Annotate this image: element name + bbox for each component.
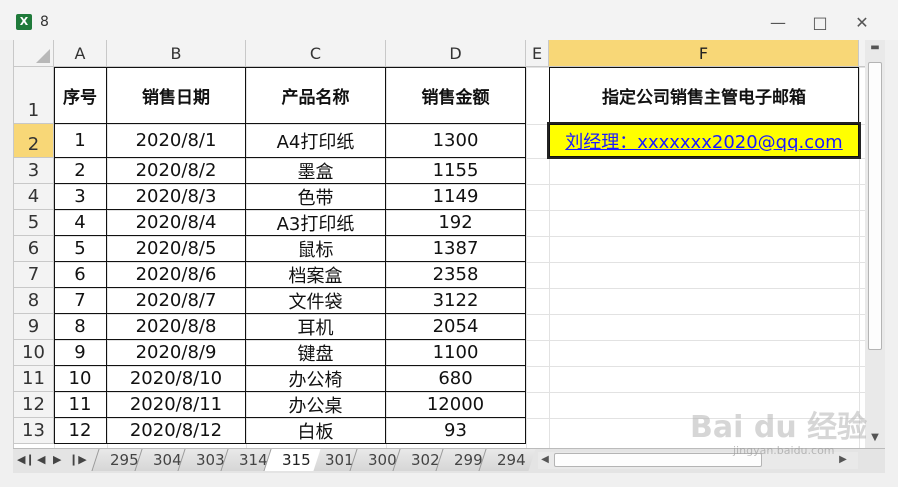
close-icon[interactable]: ✕ [851, 14, 873, 32]
table-header-cell[interactable]: 产品名称 [246, 67, 386, 124]
table-cell[interactable]: A4打印纸 [246, 124, 386, 158]
email-link[interactable]: 刘经理：xxxxxxx2020@qq.com [565, 128, 842, 154]
column-header-d[interactable]: D [386, 40, 526, 67]
table-cell[interactable]: 1149 [386, 184, 526, 210]
scroll-left-icon[interactable]: ◀ [540, 454, 550, 465]
row-header-4[interactable]: 4 [14, 184, 54, 210]
table-cell[interactable]: 办公桌 [246, 392, 386, 418]
select-all-corner[interactable] [14, 40, 54, 67]
table-cell[interactable]: 6 [54, 262, 107, 288]
row-header-11[interactable]: 11 [14, 366, 54, 392]
sheet-tab-315[interactable]: 315 [263, 449, 321, 471]
row-header-13[interactable]: 13 [14, 418, 54, 444]
table-cell[interactable]: 680 [386, 366, 526, 392]
row-header-1[interactable]: 1 [14, 67, 54, 124]
scroll-right-icon[interactable]: ▶ [838, 454, 848, 465]
row-header-5[interactable]: 5 [14, 210, 54, 236]
horizontal-scroll-thumb[interactable] [554, 453, 762, 467]
vertical-scroll-thumb[interactable] [868, 62, 882, 350]
table-cell[interactable]: 色带 [246, 184, 386, 210]
spreadsheet-grid[interactable]: ABCDEFG12345678910111213序号销售日期产品名称销售金额12… [13, 40, 866, 448]
row-header-2[interactable]: 2 [14, 124, 54, 158]
gridline-vertical [859, 40, 860, 448]
table-cell[interactable]: 2020/8/9 [107, 340, 246, 366]
table-cell[interactable]: 2020/8/6 [107, 262, 246, 288]
sheet-tab-294[interactable]: 294 [478, 449, 536, 471]
table-cell[interactable]: 1100 [386, 340, 526, 366]
baidu-watermark: Bai du 经验 [690, 410, 868, 445]
table-cell[interactable]: 1 [54, 124, 107, 158]
table-cell[interactable]: 5 [54, 236, 107, 262]
scroll-down-icon[interactable]: ▼ [869, 432, 881, 443]
table-cell[interactable]: 3 [54, 184, 107, 210]
column-header-c[interactable]: C [246, 40, 386, 67]
table-cell[interactable]: 1300 [386, 124, 526, 158]
table-cell[interactable]: 12000 [386, 392, 526, 418]
column-header-f[interactable]: F [549, 40, 859, 67]
table-cell[interactable]: 2020/8/10 [107, 366, 246, 392]
table-cell[interactable]: 1155 [386, 158, 526, 184]
table-cell[interactable]: 2020/8/2 [107, 158, 246, 184]
table-header-cell[interactable]: 序号 [54, 67, 107, 124]
row-header-3[interactable]: 3 [14, 158, 54, 184]
table-cell[interactable]: 2054 [386, 314, 526, 340]
table-cell[interactable]: 2020/8/7 [107, 288, 246, 314]
column-header-e[interactable]: E [526, 40, 549, 67]
title-bar: X 8 — □ ✕ [0, 0, 898, 40]
table-cell[interactable]: 2358 [386, 262, 526, 288]
table-cell[interactable]: 8 [54, 314, 107, 340]
table-cell[interactable]: 文件袋 [246, 288, 386, 314]
table-cell[interactable]: 2020/8/1 [107, 124, 246, 158]
column-header-a[interactable]: A [54, 40, 107, 67]
row-header-6[interactable]: 6 [14, 236, 54, 262]
table-cell[interactable]: 鼠标 [246, 236, 386, 262]
table-cell[interactable]: 2020/8/5 [107, 236, 246, 262]
table-cell[interactable]: 键盘 [246, 340, 386, 366]
row-header-9[interactable]: 9 [14, 314, 54, 340]
table-cell[interactable]: 2020/8/11 [107, 392, 246, 418]
last-sheet-icon[interactable]: ❙▶ [69, 453, 87, 466]
baidu-watermark-url: jingyan.baidu.com [733, 444, 835, 457]
table-cell[interactable]: 办公椅 [246, 366, 386, 392]
table-header-cell[interactable]: 销售日期 [107, 67, 246, 124]
vertical-scrollbar[interactable]: ▬ ▼ [865, 40, 885, 448]
first-sheet-icon[interactable]: ◀❙ [17, 453, 35, 466]
row-header-8[interactable]: 8 [14, 288, 54, 314]
row-header-12[interactable]: 12 [14, 392, 54, 418]
row-header-10[interactable]: 10 [14, 340, 54, 366]
table-cell[interactable]: 2 [54, 158, 107, 184]
table-cell[interactable]: 墨盒 [246, 158, 386, 184]
window-title: 8 [40, 14, 49, 30]
row-header-7[interactable]: 7 [14, 262, 54, 288]
table-cell[interactable]: 7 [54, 288, 107, 314]
restore-icon[interactable]: □ [809, 14, 831, 32]
table-cell[interactable]: 3122 [386, 288, 526, 314]
email-cell-f2[interactable]: 刘经理：xxxxxxx2020@qq.com [549, 124, 859, 157]
table-cell[interactable]: 9 [54, 340, 107, 366]
table-cell[interactable]: 10 [54, 366, 107, 392]
table-cell[interactable]: 1387 [386, 236, 526, 262]
prev-sheet-icon[interactable]: ◀ [37, 453, 45, 466]
table-cell[interactable]: 耳机 [246, 314, 386, 340]
table-cell[interactable]: 白板 [246, 418, 386, 444]
table-cell[interactable]: 档案盒 [246, 262, 386, 288]
minimize-icon[interactable]: — [767, 14, 789, 32]
table-header-cell[interactable]: 销售金额 [386, 67, 526, 124]
column-header-b[interactable]: B [107, 40, 246, 67]
table-cell[interactable]: 192 [386, 210, 526, 236]
table-cell[interactable]: A3打印纸 [246, 210, 386, 236]
f1-header-cell[interactable]: 指定公司销售主管电子邮箱 [549, 67, 859, 124]
table-cell[interactable]: 2020/8/8 [107, 314, 246, 340]
excel-app-icon: X [16, 14, 32, 30]
table-cell[interactable]: 2020/8/12 [107, 418, 246, 444]
gridline-vertical [526, 40, 527, 448]
table-cell[interactable]: 11 [54, 392, 107, 418]
split-handle-icon[interactable]: ▬ [869, 42, 881, 53]
table-cell[interactable]: 2020/8/3 [107, 184, 246, 210]
next-sheet-icon[interactable]: ▶ [53, 453, 61, 466]
table-cell[interactable]: 93 [386, 418, 526, 444]
table-cell[interactable]: 12 [54, 418, 107, 444]
table-cell[interactable]: 2020/8/4 [107, 210, 246, 236]
table-cell[interactable]: 4 [54, 210, 107, 236]
